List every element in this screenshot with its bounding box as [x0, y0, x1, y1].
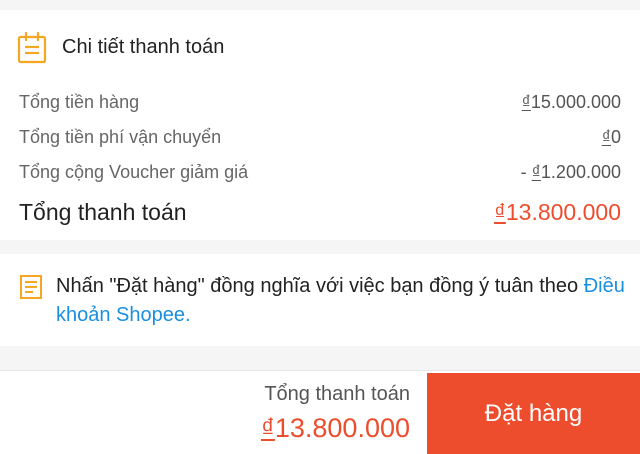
total-payment-label: Tổng thanh toán	[19, 198, 187, 225]
payment-details-card: Chi tiết thanh toán Tổng tiền hàng ₫15.0…	[0, 10, 640, 240]
terms-text: Nhấn "Đặt hàng" đồng nghĩa với việc bạn …	[56, 275, 584, 297]
shipping-fee-label: Tổng tiền phí vận chuyển	[19, 126, 222, 147]
merchandise-subtotal-value: ₫15.000.000	[521, 91, 621, 112]
bottom-total-label: Tổng thanh toán	[264, 383, 410, 405]
checkout-bar: Tổng thanh toán ₫13.800.000 Đặt hàng	[0, 370, 640, 454]
merchandise-subtotal-row: Tổng tiền hàng ₫15.000.000	[19, 88, 621, 116]
voucher-discount-label: Tổng cộng Voucher giảm giá	[19, 161, 249, 182]
terms-card: Nhấn "Đặt hàng" đồng nghĩa với việc bạn …	[0, 254, 640, 346]
voucher-discount-value: - ₫1.200.000	[520, 161, 621, 182]
invoice-icon	[17, 31, 47, 69]
total-payment-row: Tổng thanh toán ₫13.800.000	[19, 196, 621, 228]
place-order-button[interactable]: Đặt hàng	[427, 373, 640, 454]
shipping-fee-value: ₫0	[601, 126, 621, 147]
voucher-discount-row: Tổng cộng Voucher giảm giá - ₫1.200.000	[19, 158, 621, 186]
merchandise-subtotal-label: Tổng tiền hàng	[19, 91, 140, 112]
shipping-fee-row: Tổng tiền phí vận chuyển ₫0	[19, 123, 621, 151]
payment-details-title: Chi tiết thanh toán	[62, 36, 225, 58]
total-payment-value: ₫13.800.000	[494, 198, 621, 225]
document-icon	[19, 274, 43, 305]
bottom-total-amount: ₫13.800.000	[261, 413, 410, 443]
terms-notice: Nhấn "Đặt hàng" đồng nghĩa với việc bạn …	[56, 272, 626, 330]
